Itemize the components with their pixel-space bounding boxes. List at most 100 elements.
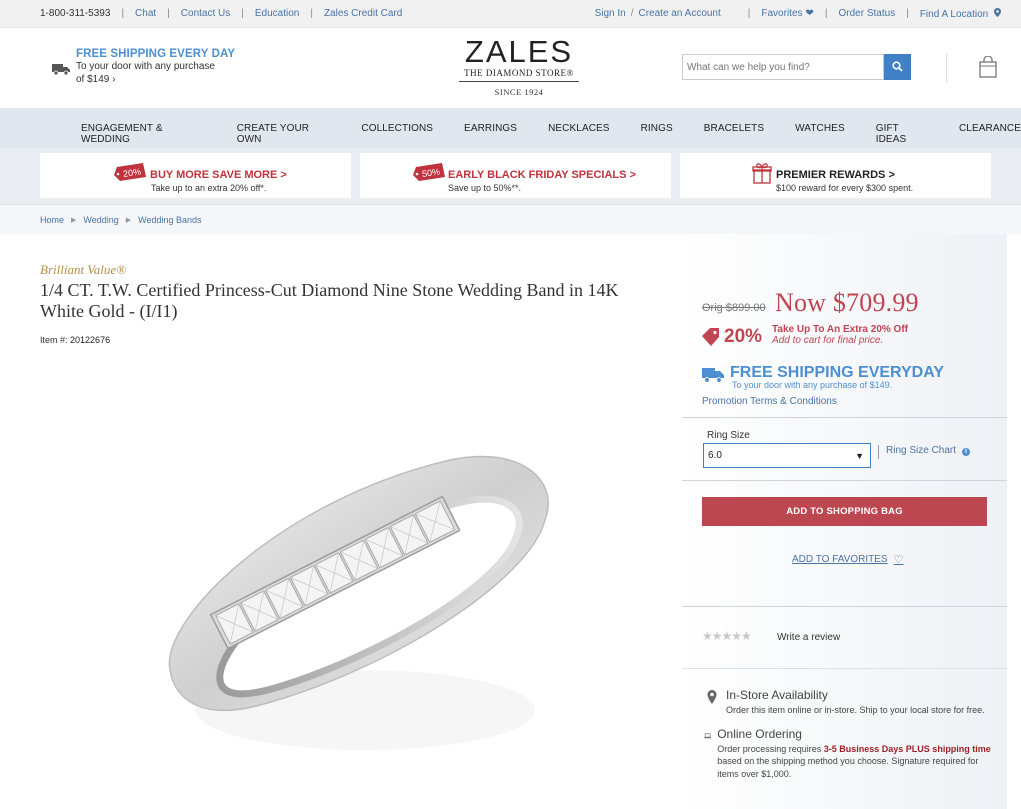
price-tag-icon bbox=[702, 328, 719, 346]
favorites-label: Favorites bbox=[761, 8, 803, 19]
nav-engagement-wedding[interactable]: ENGAGEMENT & WEDDING bbox=[81, 123, 205, 145]
contact-us-link[interactable]: Contact Us bbox=[181, 8, 230, 19]
nav-clearance[interactable]: CLEARANCE bbox=[959, 123, 1021, 145]
shipping-line-2: of $149 › bbox=[76, 74, 116, 85]
divider bbox=[682, 606, 1007, 607]
promo-3-title: PREMIER REWARDS > bbox=[776, 169, 895, 181]
original-price: Orig $899.00 bbox=[702, 302, 766, 314]
nav-rings[interactable]: RINGS bbox=[641, 123, 673, 145]
product-brand[interactable]: Brilliant Value® bbox=[40, 262, 126, 278]
add-to-bag-button[interactable]: ADD TO SHOPPING BAG bbox=[702, 497, 987, 526]
instore-text: Order this item online or in-store. Ship… bbox=[726, 705, 985, 715]
divider bbox=[682, 480, 1007, 481]
online-text-post: based on the shipping method you choose.… bbox=[717, 756, 979, 779]
zales-logo[interactable]: ZALES THE DIAMOND STORE® SINCE 1924 bbox=[459, 36, 579, 97]
search-input[interactable] bbox=[682, 54, 884, 80]
promo-1-desc: Take up to an extra 20% off*. bbox=[151, 183, 267, 193]
gift-icon bbox=[752, 163, 772, 184]
nav-gift-ideas[interactable]: GIFT IDEAS bbox=[876, 123, 928, 145]
credit-card-link[interactable]: Zales Credit Card bbox=[324, 8, 402, 19]
laptop-icon bbox=[704, 732, 711, 738]
divider bbox=[682, 417, 1007, 418]
info-icon: i bbox=[962, 448, 971, 456]
divider bbox=[682, 668, 1007, 669]
search-bar bbox=[682, 54, 911, 80]
nav-earrings[interactable]: EARRINGS bbox=[464, 123, 517, 145]
promo-strip: 20% BUY MORE SAVE MORE > Take up to an e… bbox=[0, 148, 1021, 204]
free-shipping-title: FREE SHIPPING EVERYDAY bbox=[730, 364, 944, 381]
promo-2-title: EARLY BLACK FRIDAY SPECIALS > bbox=[448, 169, 636, 181]
tag-20-icon: 20% bbox=[114, 163, 146, 181]
breadcrumb-wedding[interactable]: Wedding bbox=[83, 215, 118, 225]
promo-black-friday[interactable]: 50% EARLY BLACK FRIDAY SPECIALS > Save u… bbox=[360, 153, 671, 198]
header-divider bbox=[946, 54, 947, 82]
site-header: FREE SHIPPING EVERY DAY To your door wit… bbox=[0, 28, 1021, 108]
promo-2-desc: Save up to 50%**. bbox=[448, 183, 522, 193]
ring-size-label: Ring Size bbox=[707, 430, 750, 441]
nav-collections[interactable]: COLLECTIONS bbox=[361, 123, 433, 145]
promo-premier-rewards[interactable]: PREMIER REWARDS > $100 reward for every … bbox=[680, 153, 991, 198]
find-location-link[interactable]: Find A Location bbox=[920, 8, 1001, 20]
purchase-panel: Orig $899.00 Now $709.99 20% Take Up To … bbox=[682, 234, 1007, 809]
product-image[interactable] bbox=[160, 440, 560, 780]
favorites-link[interactable]: Favorites ❤ bbox=[761, 8, 814, 20]
ring-size-chart-link[interactable]: Ring Size Chart i bbox=[878, 445, 971, 459]
promo-1-title: BUY MORE SAVE MORE > bbox=[150, 169, 287, 181]
logo-since: SINCE 1924 bbox=[494, 87, 544, 97]
sign-in-link[interactable]: Sign In bbox=[595, 8, 626, 20]
logo-name: ZALES bbox=[464, 34, 574, 69]
item-number-value: 20122676 bbox=[70, 335, 111, 345]
education-link[interactable]: Education bbox=[255, 8, 299, 19]
nav-watches[interactable]: WATCHES bbox=[795, 123, 845, 145]
breadcrumb-wedding-bands[interactable]: Wedding Bands bbox=[138, 215, 201, 225]
breadcrumb-arrow-icon: ▶ bbox=[125, 217, 132, 224]
free-shipping-promo[interactable]: FREE SHIPPING EVERY DAY To your door wit… bbox=[52, 48, 235, 86]
heart-outline-icon: ♡ bbox=[893, 554, 904, 566]
promo-buy-more-save-more[interactable]: 20% BUY MORE SAVE MORE > Take up to an e… bbox=[40, 153, 351, 198]
item-number-label: Item #: bbox=[40, 335, 68, 345]
main-nav: ENGAGEMENT & WEDDING CREATE YOUR OWN COL… bbox=[0, 108, 1021, 148]
add-to-favorites-label: ADD TO FAVORITES bbox=[792, 554, 888, 565]
phone-number[interactable]: 1-800-311-5393 bbox=[40, 8, 110, 19]
item-number: Item #: 20122676 bbox=[40, 335, 110, 345]
online-title: Online Ordering bbox=[717, 726, 802, 741]
chat-link[interactable]: Chat bbox=[135, 8, 156, 19]
availability-section: In-Store Availability Order this item on… bbox=[704, 688, 994, 780]
shipping-title: FREE SHIPPING EVERY DAY bbox=[76, 48, 236, 60]
free-shipping-sub: To your door with any purchase of $149. bbox=[732, 380, 893, 390]
instore-availability: In-Store Availability Order this item on… bbox=[704, 688, 994, 717]
ring-size-select[interactable]: 6.0 ▼ bbox=[703, 443, 871, 468]
promo-3-desc: $100 reward for every $300 spent. bbox=[776, 183, 914, 193]
online-text: Order processing requires 3-5 Business D… bbox=[717, 743, 994, 781]
rating-stars-icon: ★★★★★ bbox=[702, 629, 752, 643]
discount-percent: 20% bbox=[724, 326, 763, 347]
online-text-red: 3-5 Business Days PLUS shipping time bbox=[823, 743, 991, 754]
truck-icon bbox=[52, 64, 70, 75]
nav-bracelets[interactable]: BRACELETS bbox=[704, 123, 764, 145]
utility-left: 1-800-311-5393 | Chat | Contact Us | Edu… bbox=[40, 8, 403, 19]
nav-necklaces[interactable]: NECKLACES bbox=[548, 123, 609, 145]
utility-right: Sign In / Create an Account | Favorites ❤… bbox=[595, 8, 1001, 20]
breadcrumb-arrow-icon: ▶ bbox=[71, 217, 77, 224]
write-review-link[interactable]: Write a review bbox=[777, 632, 840, 643]
promotion-terms-link[interactable]: Promotion Terms & Conditions bbox=[702, 396, 837, 407]
location-pin-icon bbox=[707, 690, 717, 704]
breadcrumb-home[interactable]: Home bbox=[40, 215, 64, 225]
shipping-line-1: To your door with any purchase bbox=[76, 61, 215, 72]
online-text-pre: Order processing requires bbox=[717, 743, 824, 754]
truck-icon bbox=[702, 368, 724, 383]
product-title: 1/4 CT. T.W. Certified Princess-Cut Diam… bbox=[40, 280, 619, 321]
search-button[interactable] bbox=[884, 54, 911, 80]
shopping-bag-icon[interactable] bbox=[979, 56, 997, 78]
extra-discount: 20% Take Up To An Extra 20% Off Add to c… bbox=[702, 324, 908, 348]
discount-line-2: Add to cart for final price. bbox=[772, 335, 884, 346]
add-to-favorites-link[interactable]: ADD TO FAVORITES ♡ bbox=[792, 553, 903, 566]
discount-line-1: Take Up To An Extra 20% Off bbox=[772, 324, 908, 335]
order-status-link[interactable]: Order Status bbox=[839, 8, 896, 20]
current-price: Now $709.99 bbox=[775, 288, 919, 317]
chevron-down-icon: ▼ bbox=[855, 451, 864, 461]
create-account-link[interactable]: Create an Account bbox=[639, 8, 721, 20]
nav-create-your-own[interactable]: CREATE YOUR OWN bbox=[237, 123, 330, 145]
tag-50-icon: 50% bbox=[413, 163, 445, 181]
ring-size-value: 6.0 bbox=[708, 450, 722, 461]
